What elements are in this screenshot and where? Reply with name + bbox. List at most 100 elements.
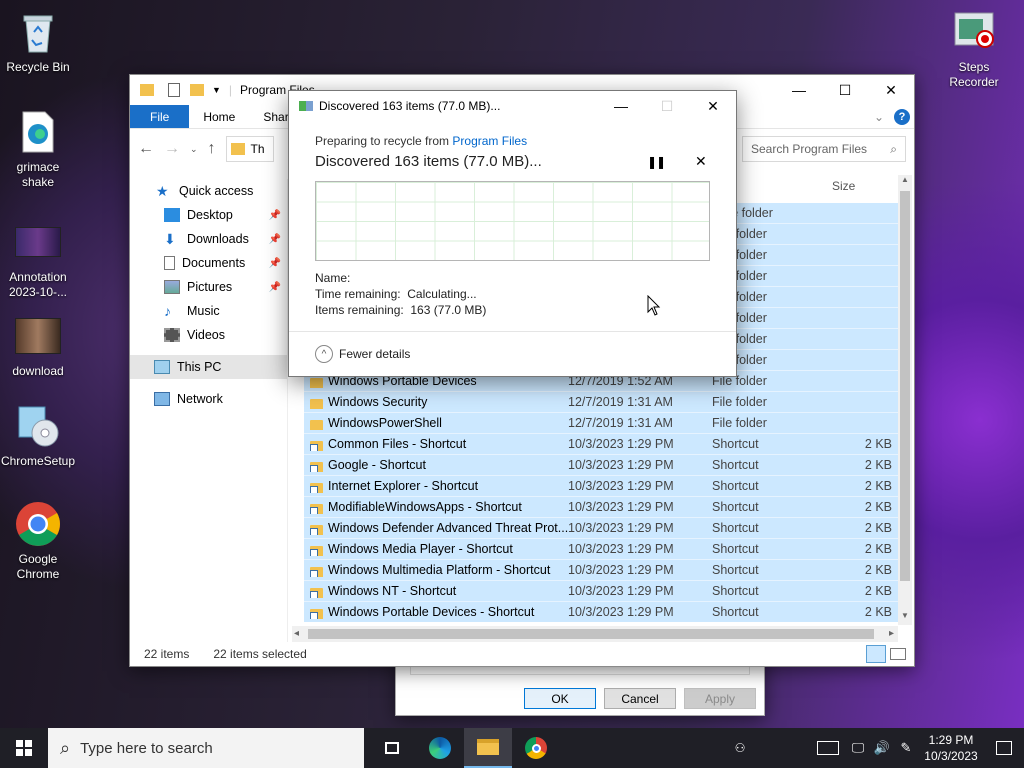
column-header-size[interactable]: Size — [832, 179, 855, 193]
volume-icon[interactable]: 🔊 — [870, 728, 894, 768]
cancel-operation-icon[interactable]: ✕ — [695, 153, 707, 170]
close-icon[interactable]: ✕ — [868, 75, 914, 105]
desktop-icon-steps-recorder[interactable]: Steps Recorder — [936, 8, 1012, 90]
tab-home[interactable]: Home — [189, 105, 249, 128]
nav-item-downloads[interactable]: ⬇ Downloads 📌 — [130, 227, 287, 251]
ok-button[interactable]: OK — [524, 688, 596, 709]
taskbar-search-input[interactable]: ⌕ Type here to search — [48, 728, 364, 768]
name-label: Name: — [315, 271, 351, 285]
clock[interactable]: 1:29 PM 10/3/2023 — [918, 732, 984, 764]
nav-item-documents[interactable]: Documents 📌 — [130, 251, 287, 275]
file-date: 10/3/2023 1:29 PM — [568, 542, 674, 556]
desktop-icon-google-chrome[interactable]: Google Chrome — [0, 500, 76, 582]
up-arrow-icon[interactable]: ↑ — [208, 140, 216, 158]
forward-arrow-icon[interactable]: → — [164, 140, 180, 158]
file-type: Shortcut — [712, 542, 759, 556]
desktop-icon-chromesetup[interactable]: ChromeSetup — [0, 402, 76, 469]
edge-icon[interactable] — [416, 728, 464, 768]
nav-item-pictures[interactable]: Pictures 📌 — [130, 275, 287, 299]
scroll-up-icon[interactable]: ▲ — [898, 175, 912, 189]
table-row[interactable]: Windows Security 12/7/2019 1:31 AM File fo… — [304, 392, 898, 413]
table-row[interactable]: Internet Explorer - Shortcut 10/3/2023 1:… — [304, 476, 898, 497]
close-icon[interactable]: ✕ — [690, 91, 736, 121]
dialog-title: Discovered 163 items (77.0 MB)... — [319, 99, 501, 113]
fewer-details-button[interactable]: ^ Fewer details — [315, 345, 410, 363]
file-size: 2 KB — [864, 605, 892, 619]
task-view-icon[interactable] — [368, 728, 416, 768]
file-date: 10/3/2023 1:29 PM — [568, 563, 674, 577]
table-row[interactable]: Windows Media Player - Shortcut 10/3/2023… — [304, 539, 898, 560]
help-icon[interactable]: ? — [890, 105, 914, 128]
chrome-taskbar-icon[interactable] — [512, 728, 560, 768]
vertical-scrollbar[interactable]: ▲ ▼ — [898, 175, 912, 625]
people-icon[interactable]: ⚇ — [720, 728, 760, 768]
file-type: File folder — [712, 395, 767, 409]
file-type: Shortcut — [712, 521, 759, 535]
nav-item-desktop[interactable]: Desktop 📌 — [130, 203, 287, 227]
table-row[interactable]: Windows NT - Shortcut 10/3/2023 1:29 PM Sh… — [304, 581, 898, 602]
nav-item-videos[interactable]: Videos — [130, 323, 287, 347]
scroll-thumb[interactable] — [900, 191, 910, 581]
back-arrow-icon[interactable]: ← — [138, 140, 154, 158]
table-row[interactable]: Windows Multimedia Platform - Shortcut 10… — [304, 560, 898, 581]
file-name: Internet Explorer - Shortcut — [304, 479, 568, 493]
file-type: Shortcut — [712, 458, 759, 472]
recycle-bin-icon — [14, 8, 62, 56]
table-row[interactable]: Common Files - Shortcut 10/3/2023 1:29 PM… — [304, 434, 898, 455]
horizontal-scrollbar[interactable]: ◂ ▸ — [292, 626, 898, 642]
edge-file-icon — [14, 108, 62, 156]
qat-dropdown-icon[interactable]: ▼ — [212, 85, 221, 95]
search-input[interactable]: Search Program Files ⌕ — [742, 136, 906, 162]
file-explorer-taskbar-icon[interactable] — [464, 728, 512, 768]
notifications-icon[interactable] — [984, 728, 1024, 768]
image-thumbnail-icon — [14, 312, 62, 360]
table-row[interactable]: Windows Portable Devices - Shortcut 10/3/… — [304, 602, 898, 622]
desktop-icon-download[interactable]: download — [0, 312, 76, 379]
table-row[interactable]: ModifiableWindowsApps - Shortcut 10/3/202… — [304, 497, 898, 518]
nav-item-music[interactable]: ♪ Music — [130, 299, 287, 323]
scroll-right-icon[interactable]: ▸ — [889, 628, 894, 639]
minimize-icon[interactable]: — — [598, 91, 644, 121]
network-tray-icon[interactable]: 🖵 — [846, 728, 870, 768]
pin-icon: 📌 — [268, 233, 281, 245]
start-button[interactable] — [0, 728, 48, 768]
maximize-icon[interactable]: ☐ — [822, 75, 868, 105]
table-row[interactable]: WindowsPowerShell 12/7/2019 1:31 AM File f… — [304, 413, 898, 434]
details-view-icon[interactable] — [866, 645, 886, 663]
desktop-icon-recycle-bin[interactable]: Recycle Bin — [0, 8, 76, 75]
file-name: Common Files - Shortcut — [304, 437, 568, 451]
news-widget-icon[interactable] — [810, 728, 846, 768]
large-icons-view-icon[interactable] — [890, 648, 906, 660]
pen-icon[interactable]: ✎ — [894, 728, 918, 768]
table-row[interactable]: Google - Shortcut 10/3/2023 1:29 PM Shortc… — [304, 455, 898, 476]
tab-file[interactable]: File — [130, 105, 190, 128]
desktop-icon-annotation[interactable]: Annotation 2023-10-... — [0, 218, 76, 300]
file-date: 10/3/2023 1:29 PM — [568, 605, 674, 619]
scroll-thumb[interactable] — [308, 629, 874, 639]
nav-item-this-pc[interactable]: This PC — [130, 355, 287, 379]
pause-icon[interactable]: ❚❚ — [647, 155, 666, 169]
properties-qat-icon[interactable] — [168, 83, 180, 97]
cancel-button[interactable]: Cancel — [604, 688, 676, 709]
scroll-down-icon[interactable]: ▼ — [898, 611, 912, 625]
desktop-icon-grimace-shake[interactable]: grimace shake — [0, 108, 76, 190]
shortcut-icon — [310, 483, 323, 493]
desktop-folder-icon — [164, 208, 180, 222]
file-name: Google - Shortcut — [304, 458, 568, 472]
recent-locations-icon[interactable]: ⌄ — [190, 144, 198, 155]
preparing-text: Preparing to recycle from Program Files — [315, 134, 528, 148]
address-bar[interactable]: Th — [225, 136, 274, 162]
minimize-icon[interactable]: — — [776, 75, 822, 105]
ribbon-expand-icon[interactable]: ⌄ — [868, 105, 890, 128]
recycle-progress-icon — [299, 101, 313, 111]
nav-item-quick-access[interactable]: ★ Quick access — [130, 179, 287, 203]
file-type: Shortcut — [712, 563, 759, 577]
scroll-left-icon[interactable]: ◂ — [294, 628, 299, 639]
source-folder-link[interactable]: Program Files — [452, 134, 527, 148]
new-folder-qat-icon[interactable] — [190, 84, 204, 96]
file-date: 10/3/2023 1:29 PM — [568, 500, 674, 514]
table-row[interactable]: Windows Defender Advanced Threat Prot...… — [304, 518, 898, 539]
pin-icon: 📌 — [268, 209, 281, 221]
shortcut-icon — [310, 441, 323, 451]
nav-item-network[interactable]: Network — [130, 387, 287, 411]
